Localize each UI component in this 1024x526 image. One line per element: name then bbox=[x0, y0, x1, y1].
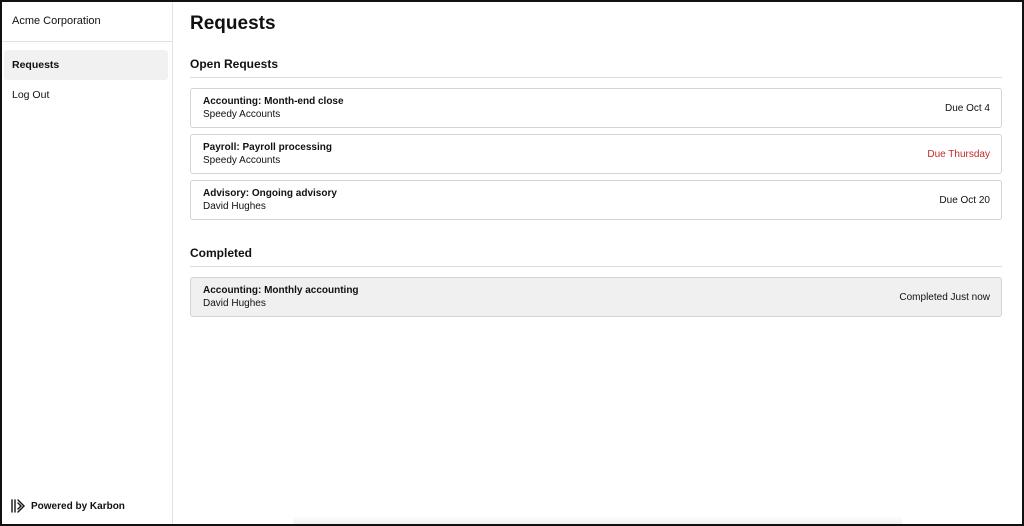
completed-heading: Completed bbox=[190, 226, 1002, 267]
completed-status: Completed Just now bbox=[899, 291, 990, 303]
request-due-status: Due Oct 4 bbox=[944, 102, 990, 114]
request-card[interactable]: Payroll: Payroll processing Speedy Accou… bbox=[190, 134, 1002, 174]
open-requests-heading: Open Requests bbox=[190, 42, 1002, 78]
sidebar: Acme Corporation Requests Log Out Powere… bbox=[2, 2, 173, 524]
request-card-text: Accounting: Monthly accounting David Hug… bbox=[203, 284, 359, 310]
powered-by-karbon[interactable]: Powered by Karbon bbox=[10, 498, 125, 514]
karbon-logo-icon bbox=[11, 499, 25, 513]
request-title: Accounting: Monthly accounting bbox=[203, 285, 359, 296]
app-window: Acme Corporation Requests Log Out Powere… bbox=[0, 0, 1024, 526]
powered-by-label: Powered by Karbon bbox=[31, 500, 125, 512]
request-card-text: Advisory: Ongoing advisory David Hughes bbox=[203, 187, 337, 213]
request-title: Accounting: Month-end close bbox=[203, 96, 344, 107]
sidebar-item-log-out[interactable]: Log Out bbox=[4, 80, 168, 110]
request-due-status: Due Oct 20 bbox=[939, 194, 990, 206]
sidebar-item-requests[interactable]: Requests bbox=[4, 50, 168, 80]
request-title: Advisory: Ongoing advisory bbox=[203, 188, 337, 199]
request-client: Speedy Accounts bbox=[203, 109, 281, 120]
request-client: David Hughes bbox=[203, 201, 266, 212]
page-title: Requests bbox=[190, 13, 276, 34]
request-card[interactable]: Advisory: Ongoing advisory David Hughes … bbox=[190, 180, 1002, 220]
request-card-text: Accounting: Month-end close Speedy Accou… bbox=[203, 95, 344, 121]
request-card[interactable]: Accounting: Month-end close Speedy Accou… bbox=[190, 88, 1002, 128]
request-title: Payroll: Payroll processing bbox=[203, 142, 332, 153]
org-name: Acme Corporation bbox=[2, 2, 172, 42]
request-client: Speedy Accounts bbox=[203, 155, 281, 166]
bottom-shadow bbox=[293, 516, 902, 524]
request-card-text: Payroll: Payroll processing Speedy Accou… bbox=[203, 141, 332, 167]
main-content: Requests Open Requests Accounting: Month… bbox=[173, 2, 1022, 524]
sidebar-nav: Requests Log Out bbox=[2, 42, 172, 110]
request-client: David Hughes bbox=[203, 298, 266, 309]
completed-request-card[interactable]: Accounting: Monthly accounting David Hug… bbox=[190, 277, 1002, 317]
request-due-status: Due Thursday bbox=[927, 148, 990, 160]
